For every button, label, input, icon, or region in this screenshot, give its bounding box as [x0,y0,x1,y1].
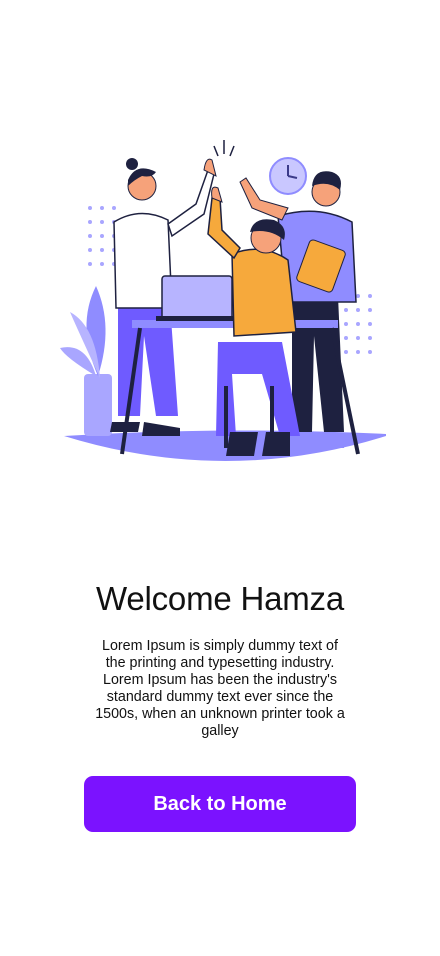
welcome-description: Lorem Ipsum is simply dummy text of the … [95,638,345,740]
plant-icon [60,286,112,436]
clock-icon [269,157,307,195]
dot-pattern-right [344,294,372,354]
welcome-title: Welcome Hamza [95,580,345,618]
dot-pattern-left [88,206,116,266]
back-to-home-label: Back to Home [153,792,287,815]
team-celebration-illustration [60,140,386,461]
back-to-home-button[interactable]: Back to Home [84,776,356,832]
sparkle-icon [213,140,235,157]
